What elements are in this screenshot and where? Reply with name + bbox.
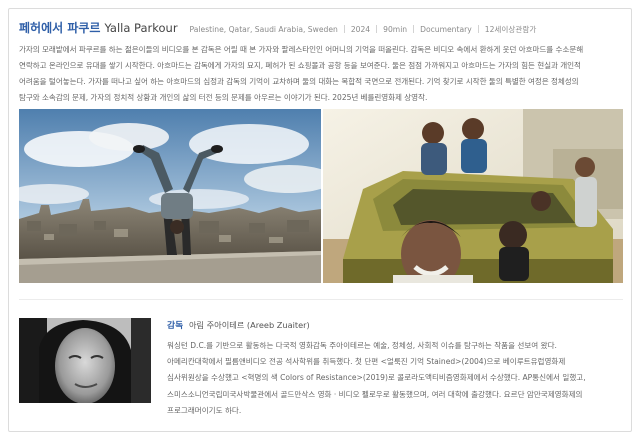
- synopsis: 가자의 모래밭에서 파쿠르를 하는 젊은이들의 비디오를 본 감독은 어릴 때 …: [19, 42, 623, 106]
- meta-runtime: 90min: [383, 25, 408, 34]
- meta-country: Palestine, Qatar, Saudi Arabia, Sweden: [189, 25, 338, 34]
- group-selfie-car-still: [323, 109, 623, 283]
- synopsis-line: 탐구와 소속감의 문제, 가자의 정치적 상황과 개인의 삶의 터전 등의 문제…: [19, 93, 428, 102]
- film-title-ko: 페허에서 파쿠르: [19, 21, 101, 35]
- bio-line: 워싱턴 D.C.를 기반으로 활동하는 다국적 영화감독 주아이테르는 예술, …: [167, 341, 557, 350]
- meta-separator: [376, 25, 378, 33]
- synopsis-line: 가자의 모래밭에서 파쿠르를 하는 젊은이들의 비디오를 본 감독은 어릴 때 …: [19, 45, 584, 54]
- film-title-en: Yalla Parkour: [104, 21, 178, 35]
- handstand-rooftop-still: [19, 109, 321, 283]
- film-card: 페허에서 파쿠르 Yalla Parkour Palestine, Qatar,…: [8, 8, 632, 432]
- meta-separator: [477, 25, 479, 33]
- film-stills: [19, 109, 623, 283]
- meta-rating: 12세이상관람가: [484, 25, 537, 34]
- director-heading: 감독 아림 주아이테르 (Areeb Zuaiter): [167, 319, 627, 333]
- meta-year: 2024: [350, 25, 371, 34]
- bio-line: 아메리칸대학에서 필름앤비디오 전공 석사학위를 취득했다. 첫 단편 <얼룩진…: [167, 357, 566, 367]
- bio-line: 프로그래머이기도 하다.: [167, 405, 242, 415]
- section-divider: [19, 299, 623, 300]
- director-portrait: [19, 318, 151, 403]
- synopsis-line: 연락하고 온라인으로 유대를 쌓기 시작한다. 아흐마드는 감독에게 가자의 묘…: [19, 61, 581, 70]
- director-section: 감독 아림 주아이테르 (Areeb Zuaiter) 워싱턴 D.C.를 기반…: [167, 319, 627, 419]
- film-header: 페허에서 파쿠르 Yalla Parkour Palestine, Qatar,…: [19, 19, 621, 37]
- director-name: 아림 주아이테르 (Areeb Zuaiter): [188, 320, 310, 330]
- meta-genre: Documentary: [420, 25, 472, 34]
- bio-line: 심사위원상을 수상했고 <혁명의 색 Colors of Resistance>…: [167, 373, 586, 383]
- meta-separator: [343, 25, 345, 33]
- synopsis-line: 어려움을 털어놓는다. 가자를 떠나고 싶어 하는 아흐마드의 심정과 감독의 …: [19, 77, 579, 86]
- director-role-label: 감독: [167, 321, 184, 331]
- director-bio: 워싱턴 D.C.를 기반으로 활동하는 다국적 영화감독 주아이테르는 예술, …: [167, 338, 627, 419]
- bio-line: 스미스소니언국립미국사박물관에서 골드만삭스 영화 · 비디오 펠로우로 활동했…: [167, 389, 583, 399]
- film-meta: Palestine, Qatar, Saudi Arabia, Sweden 2…: [189, 24, 537, 35]
- meta-separator: [413, 25, 415, 33]
